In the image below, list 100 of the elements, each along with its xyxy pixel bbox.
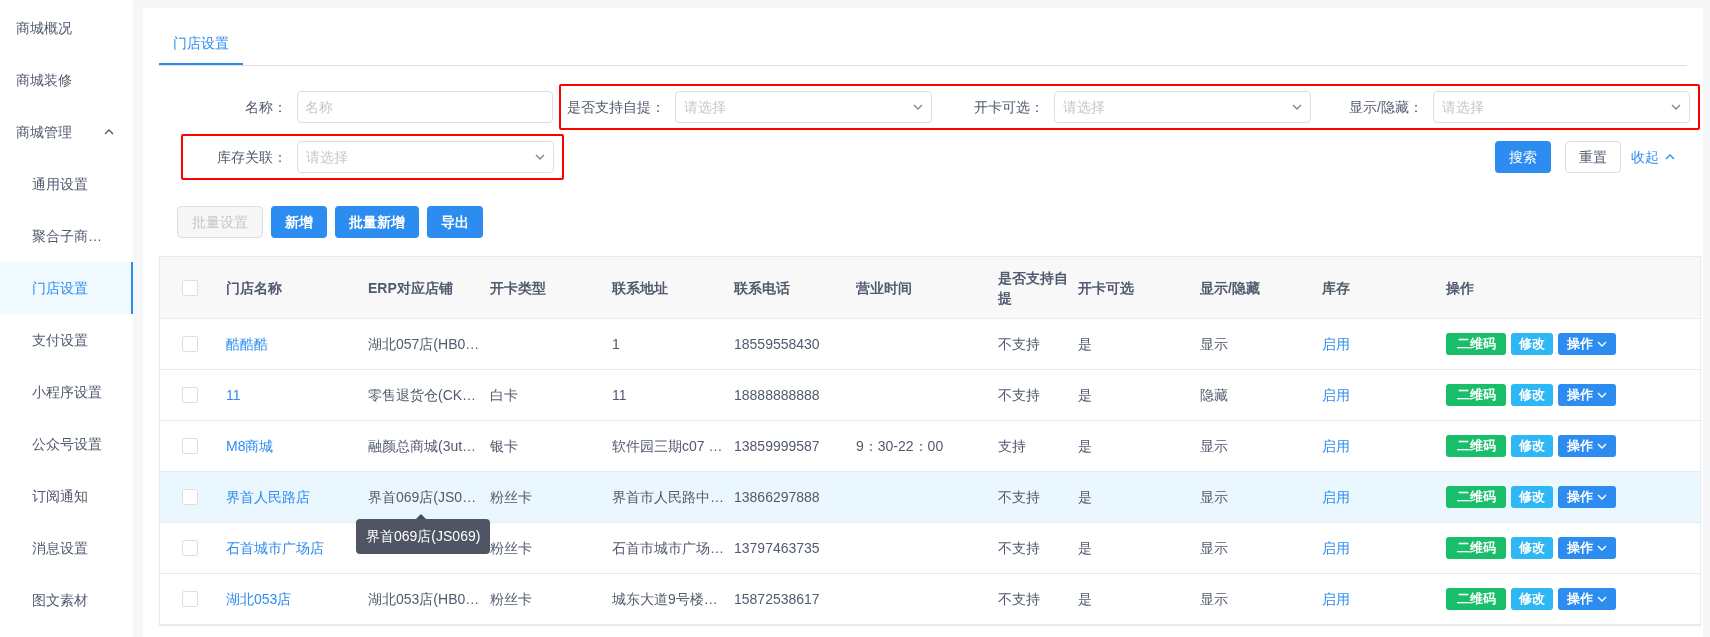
table-cell: 粉丝卡 [490,590,532,607]
column-header: 联系地址 [612,278,669,298]
reset-button[interactable]: 重置 [1565,141,1621,173]
sidebar-item[interactable]: 商城概况 [0,2,133,54]
sidebar-item[interactable]: 支付设置 [0,314,133,366]
table-cell: 不支持 [998,539,1040,556]
table-link[interactable]: 11 [226,386,241,403]
action-menu-button[interactable]: 操作 [1558,435,1616,457]
table-link[interactable]: 界首人民路店 [226,488,310,505]
caret-icon [1597,341,1607,347]
caret-icon [1597,443,1607,449]
column-header: 开卡类型 [490,278,547,298]
column-header: 显示/隐藏 [1200,278,1261,298]
table-link[interactable]: M8商城 [226,437,274,454]
filter-label: 显示/隐藏： [1348,97,1423,117]
edit-button[interactable]: 修改 [1511,435,1553,457]
table-link[interactable]: 湖北053店 [226,590,292,607]
table-cell: 不支持 [998,386,1040,403]
column-header: 操作 [1446,278,1475,298]
table-cell: 粉丝卡 [490,539,532,556]
table-link[interactable]: 启用 [1322,335,1350,352]
action-menu-button[interactable]: 操作 [1558,333,1616,355]
table-cell: 显示 [1200,437,1228,454]
sidebar-item[interactable]: 聚合子商… [0,210,133,262]
toolbar-button[interactable]: 导出 [427,206,483,238]
qr-code-button[interactable]: 二维码 [1446,537,1506,559]
column-header: 库存 [1322,278,1351,298]
table-cell: 显示 [1200,539,1228,556]
caret-icon [1597,545,1607,551]
table-link[interactable]: 启用 [1322,386,1350,403]
checkbox[interactable] [182,387,198,403]
filter-label: 名称： [244,97,287,117]
column-header: 营业时间 [856,278,913,298]
action-menu-button[interactable]: 操作 [1558,384,1616,406]
sidebar-item[interactable]: 商城管理 [0,106,133,158]
table-link[interactable]: 启用 [1322,488,1350,505]
checkbox[interactable] [182,279,198,296]
sidebar-item[interactable]: 订阅通知 [0,470,133,522]
sidebar-item[interactable]: 门店设置 [0,262,133,314]
table-cell: 界首市人民路中… [612,488,724,505]
edit-button[interactable]: 修改 [1511,384,1553,406]
tab[interactable]: 门店设置 [159,24,243,65]
qr-code-button[interactable]: 二维码 [1446,384,1506,406]
checkbox[interactable] [182,540,198,556]
checkbox[interactable] [182,438,198,454]
checkbox[interactable] [182,591,198,607]
table-cell: 是 [1078,539,1092,556]
column-header: ERP对应店铺 [368,278,454,298]
table-cell: 是 [1078,437,1092,454]
edit-button[interactable]: 修改 [1511,588,1553,610]
sidebar-item[interactable]: 小程序设置 [0,366,133,418]
table-cell: 城东大道9号楼… [612,590,718,607]
table-link[interactable]: 酷酷酷 [226,335,268,352]
chevron-down-icon [535,154,545,160]
chevron-down-icon [1292,104,1302,110]
table-cell: 显示 [1200,335,1228,352]
qr-code-button[interactable]: 二维码 [1446,486,1506,508]
checkbox[interactable] [182,489,198,505]
table-link[interactable]: 启用 [1322,539,1350,556]
table-cell: 13859999587 [734,437,820,454]
action-menu-button[interactable]: 操作 [1558,588,1616,610]
toolbar-button[interactable]: 新增 [271,206,327,238]
chevron-icon [104,129,114,135]
checkbox[interactable] [182,336,198,352]
sidebar-item[interactable]: 公众号设置 [0,418,133,470]
toolbar-button[interactable]: 批量新增 [335,206,419,238]
sidebar-item[interactable]: 商城装修 [0,54,133,106]
collapse-link[interactable]: 收起 [1631,146,1675,168]
edit-button[interactable]: 修改 [1511,486,1553,508]
column-header: 联系电话 [734,278,791,298]
sidebar-item[interactable]: 图文素材 [0,574,133,626]
search-button[interactable]: 搜索 [1495,141,1551,173]
qr-code-button[interactable]: 二维码 [1446,435,1506,457]
filter-label: 是否支持自提： [566,97,665,117]
action-menu-button[interactable]: 操作 [1558,537,1616,559]
filter-label: 开卡可选： [973,97,1044,117]
table-cell: 粉丝卡 [490,488,532,505]
table-cell: 13866297888 [734,488,820,505]
table-cell: 融颜总商城(3ut… [368,437,477,454]
name-field[interactable]: 名称 [297,91,553,123]
sidebar-item[interactable]: 通用设置 [0,158,133,210]
table-link[interactable]: 启用 [1322,437,1350,454]
chevron-down-icon [1671,104,1681,110]
table-cell: 隐藏 [1200,386,1228,403]
edit-button[interactable]: 修改 [1511,333,1553,355]
table-cell: 是 [1078,590,1092,607]
table-link[interactable]: 石首城市广场店 [226,539,324,556]
qr-code-button[interactable]: 二维码 [1446,333,1506,355]
table-cell: 是 [1078,335,1092,352]
table-cell: 石首市城市广场… [612,539,724,556]
table-link[interactable]: 启用 [1322,590,1350,607]
table-cell: 零售退货仓(CK… [368,386,477,403]
edit-button[interactable]: 修改 [1511,537,1553,559]
qr-code-button[interactable]: 二维码 [1446,588,1506,610]
table-cell: 18559558430 [734,335,820,352]
sidebar-item[interactable]: 消息设置 [0,522,133,574]
table-cell: 9：30-22：00 [856,437,944,454]
table-cell: 11 [612,386,627,403]
chevron-up-icon [1665,154,1675,160]
action-menu-button[interactable]: 操作 [1558,486,1616,508]
